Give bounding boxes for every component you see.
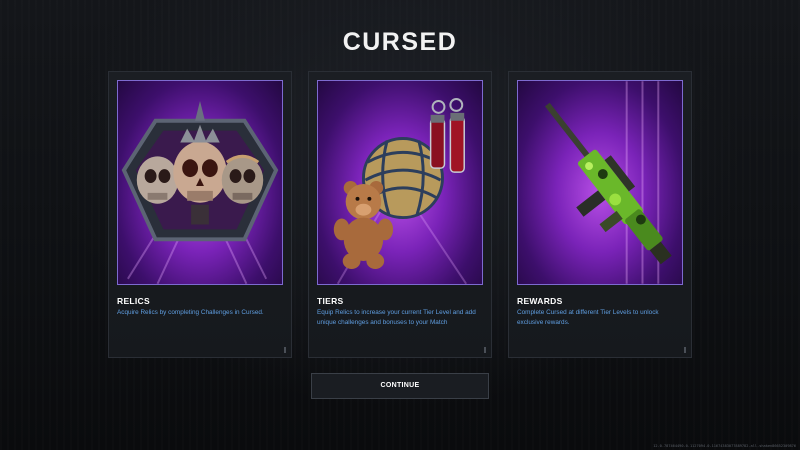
card-corner-mark [284,347,286,353]
build-info: 12.0.787464490-0.1127094.0-1167438307788… [653,444,796,448]
relics-image [117,80,283,285]
tiers-image [317,80,483,285]
continue-button[interactable]: CONTINUE [311,373,489,399]
skull-relic-illustration [121,100,279,284]
card-heading: REWARDS [517,296,563,306]
card-heading: RELICS [117,296,150,306]
rewards-image [517,80,683,285]
green-rifle-illustration [544,81,672,284]
card-description: Equip Relics to increase your current Ti… [317,309,476,326]
teddy-orb-vials-illustration [333,98,468,284]
card-description: Acquire Relics by completing Challenges … [117,309,264,316]
card-corner-mark [484,347,486,353]
card-corner-mark [684,347,686,353]
card-tiers: TIERS Equip Relics to increase your curr… [308,71,492,358]
card-relics: RELICS Acquire Relics by completing Chal… [108,71,292,358]
card-rewards: REWARDS Complete Cursed at different Tie… [508,71,692,358]
cursed-intro-screen: CURSED RELICS Acquire Relics by completi… [0,0,800,450]
card-heading: TIERS [317,296,344,306]
page-title: CURSED [342,28,458,56]
card-description: Complete Cursed at different Tier Levels… [517,309,659,326]
